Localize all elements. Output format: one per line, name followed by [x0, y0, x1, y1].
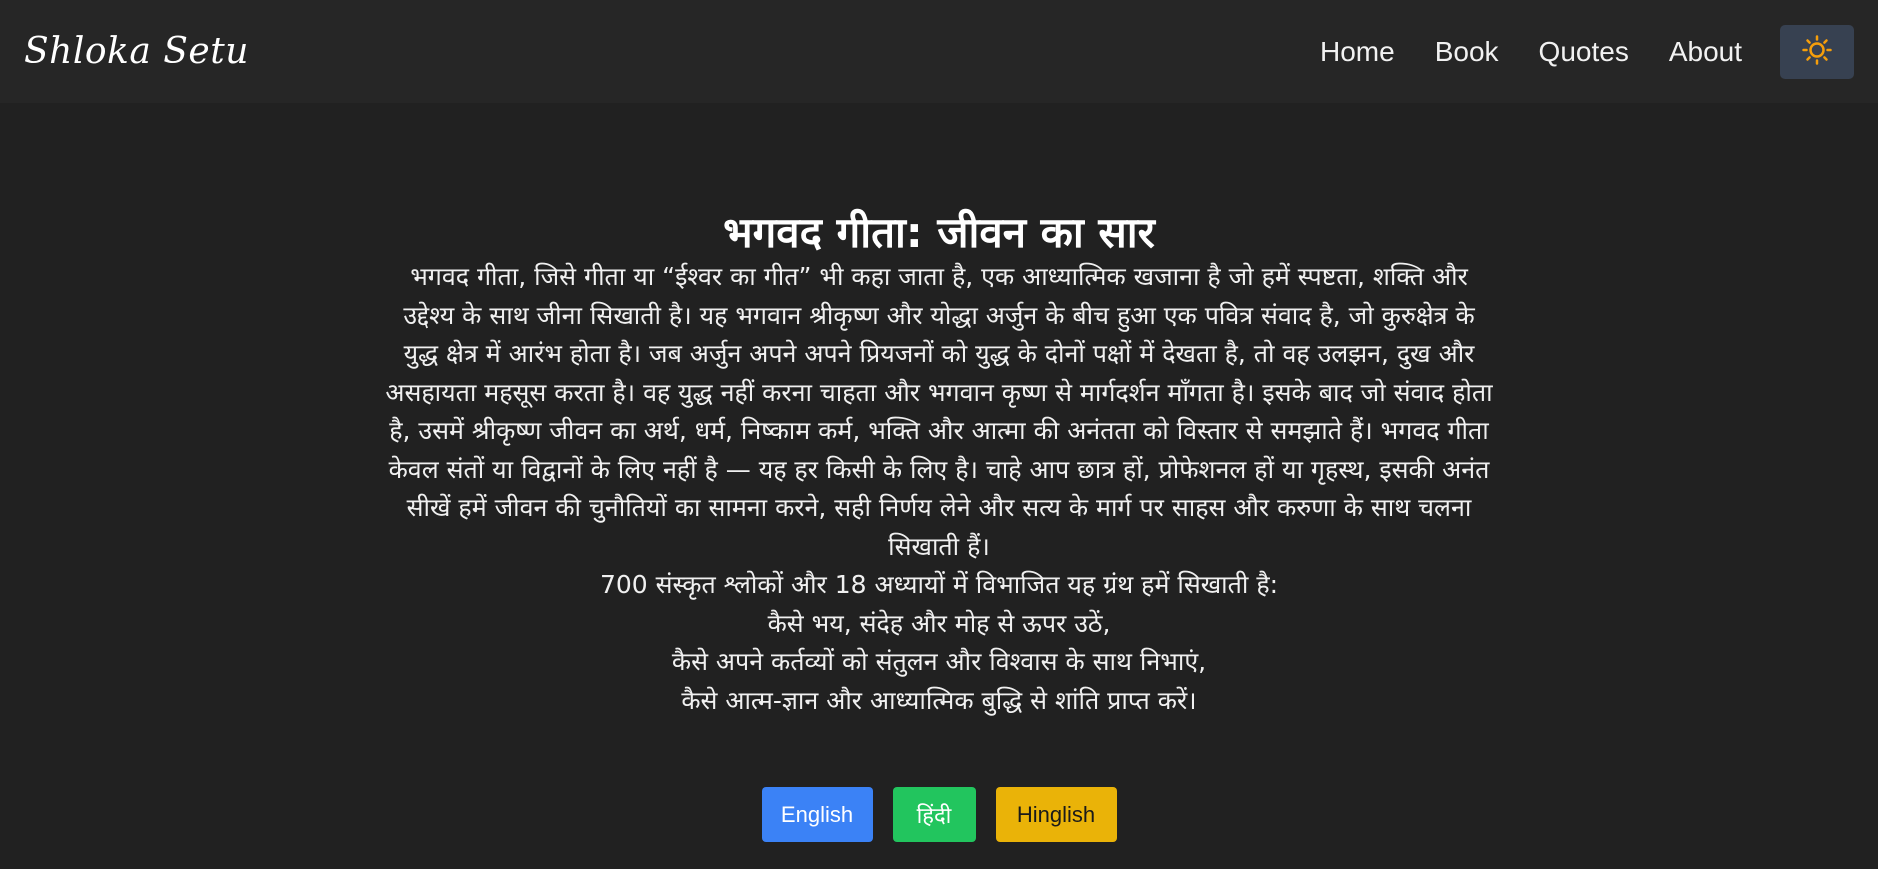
intro-section: भगवद गीता, जिसे गीता या “ईश्वर का गीत” भ… [385, 258, 1493, 720]
main-content: भगवद गीता: जीवन का सार भगवद गीता, जिसे ग… [0, 103, 1878, 869]
text-line: कैसे अपने कर्तव्यों को संतुलन और विश्वास… [671, 647, 1207, 676]
text-line: 700 संस्कृत श्लोकों और 18 अध्यायों में व… [599, 570, 1279, 599]
nav-link-book[interactable]: Book [1435, 36, 1499, 68]
hinglish-button[interactable]: Hinglish [995, 787, 1117, 842]
intro-paragraph: भगवद गीता, जिसे गीता या “ईश्वर का गीत” भ… [385, 262, 1493, 561]
text-line: कैसे भय, संदेह और मोह से ऊपर उठें, [767, 608, 1111, 638]
hindi-button[interactable]: हिंदी [892, 787, 976, 842]
theme-toggle-button[interactable] [1780, 24, 1854, 79]
language-switcher: English हिंदी Hinglish [0, 787, 1878, 842]
brand-logo[interactable]: Shloka Setu [24, 31, 249, 72]
nav-link-quotes[interactable]: Quotes [1539, 36, 1629, 68]
english-button[interactable]: English [761, 787, 873, 842]
page-title: भगवद गीता: जीवन का सार [723, 208, 1155, 257]
nav-link-about[interactable]: About [1669, 36, 1742, 68]
nav-link-home[interactable]: Home [1320, 36, 1395, 68]
nav-links: Home Book Quotes About [1280, 0, 1854, 103]
sun-icon [1802, 34, 1832, 69]
navbar: Shloka Setu Home Book Quotes About [0, 0, 1878, 103]
text-line: कैसे आत्म-ज्ञान और आध्यात्मिक बुद्धि से … [681, 685, 1197, 715]
